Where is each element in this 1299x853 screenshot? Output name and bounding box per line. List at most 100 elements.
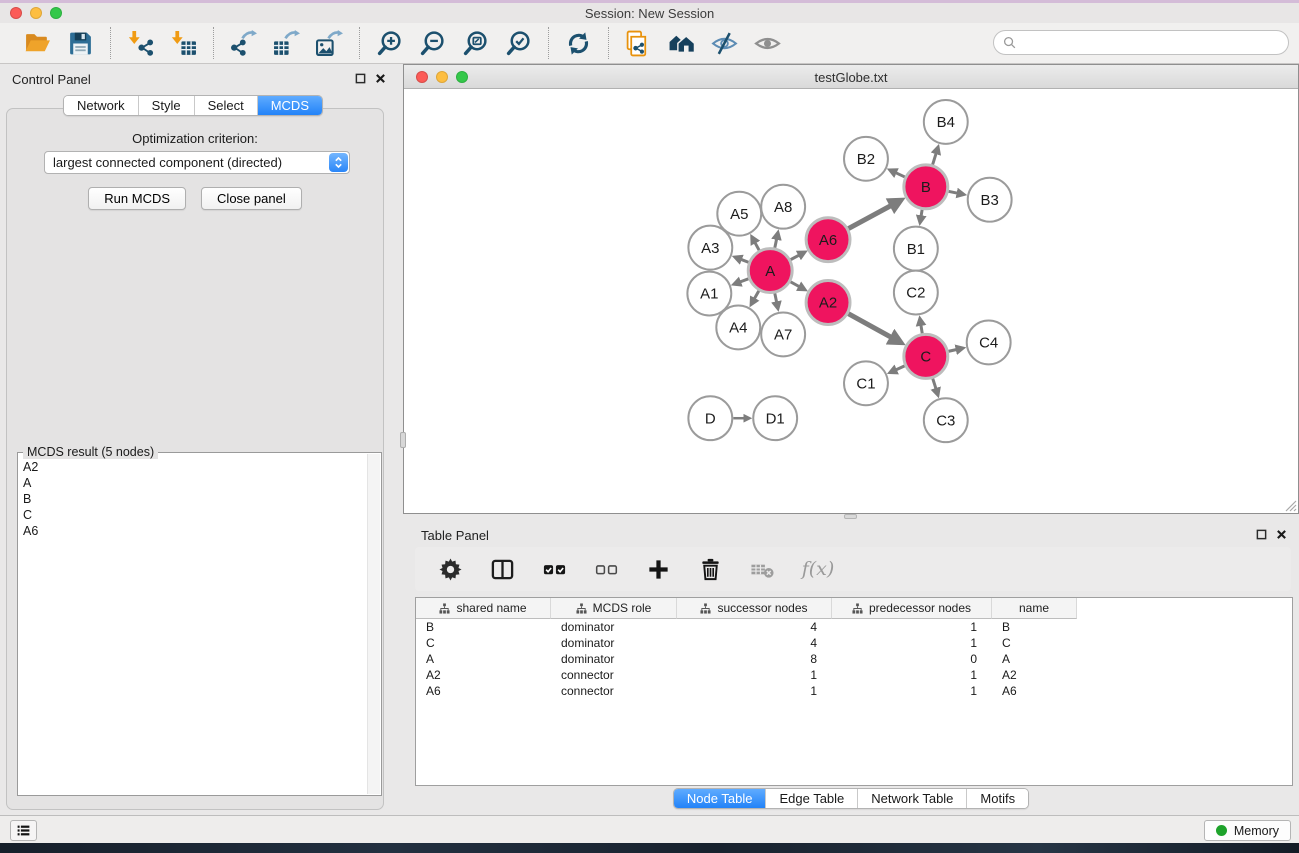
resize-grip[interactable] xyxy=(1283,498,1297,512)
tab-mcds[interactable]: MCDS xyxy=(257,96,322,115)
graph-node-C1[interactable]: C1 xyxy=(844,361,888,405)
zoom-selected-button[interactable] xyxy=(500,27,537,59)
deselect-all-columns-button[interactable] xyxy=(587,551,625,587)
graph-node-C[interactable]: C xyxy=(904,334,948,378)
graph-edge-A6-B[interactable] xyxy=(848,205,893,229)
column-header-MCDS-role[interactable]: MCDS role xyxy=(551,598,677,619)
close-table-panel-icon[interactable] xyxy=(1276,529,1287,540)
graph-node-A7[interactable]: A7 xyxy=(761,312,805,356)
graph-edge-A-A1[interactable] xyxy=(739,279,749,283)
graph-node-B4[interactable]: B4 xyxy=(924,100,968,144)
graph-edge-B-B4[interactable] xyxy=(933,152,937,165)
refresh-button[interactable] xyxy=(560,27,597,59)
graph-edge-A-A6[interactable] xyxy=(790,255,800,260)
graph-node-A6[interactable]: A6 xyxy=(806,218,850,262)
zoom-fit-button[interactable] xyxy=(457,27,494,59)
save-button[interactable] xyxy=(62,27,99,59)
graph-node-D[interactable]: D xyxy=(688,396,732,440)
table-row[interactable]: Adominator80A xyxy=(416,651,1292,667)
tab-edge-table[interactable]: Edge Table xyxy=(765,789,857,808)
graph-node-A3[interactable]: A3 xyxy=(688,226,732,270)
graph-node-A4[interactable]: A4 xyxy=(716,305,760,349)
graph-node-C4[interactable]: C4 xyxy=(967,320,1011,364)
graph-node-A5[interactable]: A5 xyxy=(717,192,761,236)
delete-column-button[interactable] xyxy=(691,551,729,587)
splitter-handle[interactable] xyxy=(400,432,406,448)
graph-edge-A-A5[interactable] xyxy=(754,241,759,250)
graph-node-A[interactable]: A xyxy=(748,249,792,293)
result-list-item[interactable]: C xyxy=(23,507,367,523)
result-list-item[interactable]: A xyxy=(23,475,367,491)
graph-edge-C-C1[interactable] xyxy=(895,366,905,371)
result-list-item[interactable]: B xyxy=(23,491,367,507)
graph-node-C3[interactable]: C3 xyxy=(924,398,968,442)
graph-edge-A-A8[interactable] xyxy=(775,238,777,248)
tab-network[interactable]: Network xyxy=(64,96,138,115)
graph-edge-A-A4[interactable] xyxy=(754,291,759,300)
graph-edge-C-C2[interactable] xyxy=(921,324,923,334)
split-columns-button[interactable] xyxy=(483,551,521,587)
graph-edge-A2-C[interactable] xyxy=(848,314,893,339)
graph-node-D1[interactable]: D1 xyxy=(753,396,797,440)
open-button[interactable] xyxy=(19,27,56,59)
zoom-in-button[interactable] xyxy=(371,27,408,59)
graph-node-A2[interactable]: A2 xyxy=(806,281,850,325)
task-history-button[interactable] xyxy=(10,820,37,841)
zoom-out-button[interactable] xyxy=(414,27,451,59)
result-list-item[interactable]: A6 xyxy=(23,523,367,539)
tab-motifs[interactable]: Motifs xyxy=(966,789,1028,808)
float-panel-icon[interactable] xyxy=(355,73,366,84)
graph-edge-C-C4[interactable] xyxy=(948,349,958,351)
tab-network-table[interactable]: Network Table xyxy=(857,789,966,808)
minimize-window-button[interactable] xyxy=(30,7,42,19)
close-window-button[interactable] xyxy=(10,7,22,19)
new-session-from-file-button[interactable] xyxy=(620,27,657,59)
export-table-button[interactable] xyxy=(268,27,305,59)
table-row[interactable]: A2connector11A2 xyxy=(416,667,1292,683)
home-button[interactable] xyxy=(663,27,700,59)
column-header-predecessor-nodes[interactable]: predecessor nodes xyxy=(832,598,992,619)
graph-edge-B-B1[interactable] xyxy=(921,209,922,217)
result-scrollbar[interactable] xyxy=(367,454,380,794)
import-table-button[interactable] xyxy=(165,27,202,59)
table-row[interactable]: Bdominator41B xyxy=(416,619,1292,635)
memory-button[interactable]: Memory xyxy=(1204,820,1291,841)
float-table-panel-icon[interactable] xyxy=(1256,529,1267,540)
column-header-successor-nodes[interactable]: successor nodes xyxy=(677,598,832,619)
run-mcds-button[interactable]: Run MCDS xyxy=(88,187,186,210)
tab-style[interactable]: Style xyxy=(138,96,194,115)
graph-node-B2[interactable]: B2 xyxy=(844,137,888,181)
graph-edge-A-A2[interactable] xyxy=(790,282,800,288)
export-image-button[interactable] xyxy=(311,27,348,59)
select-all-columns-button[interactable] xyxy=(535,551,573,587)
graph-edge-B-B3[interactable] xyxy=(948,191,958,193)
table-row[interactable]: A6connector11A6 xyxy=(416,683,1292,699)
horizontal-splitter-handle[interactable] xyxy=(844,514,857,519)
tab-select[interactable]: Select xyxy=(194,96,257,115)
graph-node-B3[interactable]: B3 xyxy=(968,178,1012,222)
graph-node-A8[interactable]: A8 xyxy=(761,185,805,229)
table-row[interactable]: Cdominator41C xyxy=(416,635,1292,651)
result-list-item[interactable]: A2 xyxy=(23,459,367,475)
import-network-button[interactable] xyxy=(122,27,159,59)
gear-button[interactable] xyxy=(431,551,469,587)
search-input[interactable] xyxy=(1022,35,1280,50)
graph-edge-B-B2[interactable] xyxy=(895,172,905,177)
close-panel-icon[interactable] xyxy=(375,73,386,84)
search-field[interactable] xyxy=(993,30,1289,55)
column-header-shared-name[interactable]: shared name xyxy=(416,598,551,619)
close-panel-button[interactable]: Close panel xyxy=(201,187,302,210)
export-network-button[interactable] xyxy=(225,27,262,59)
graph-edge-C-C3[interactable] xyxy=(933,378,937,390)
graph-node-B1[interactable]: B1 xyxy=(894,227,938,271)
column-header-name[interactable]: name xyxy=(992,598,1077,619)
graph-edge-A-A3[interactable] xyxy=(740,259,749,262)
criterion-dropdown[interactable]: largest connected component (directed) xyxy=(44,151,350,174)
graph-edge-A-A7[interactable] xyxy=(775,293,777,303)
graph-node-C2[interactable]: C2 xyxy=(894,271,938,315)
network-canvas[interactable]: A A1 A2 A3 A4 A5 A6 A7 A8 B B1 B2 B3B4 C C1 C2 C3 C4 D D1 xyxy=(404,90,1298,513)
tab-node-table[interactable]: Node Table xyxy=(674,789,766,808)
graph-node-B[interactable]: B xyxy=(904,165,948,209)
graph-node-A1[interactable]: A1 xyxy=(687,272,731,316)
hide-graphics-details-button[interactable] xyxy=(706,27,743,59)
